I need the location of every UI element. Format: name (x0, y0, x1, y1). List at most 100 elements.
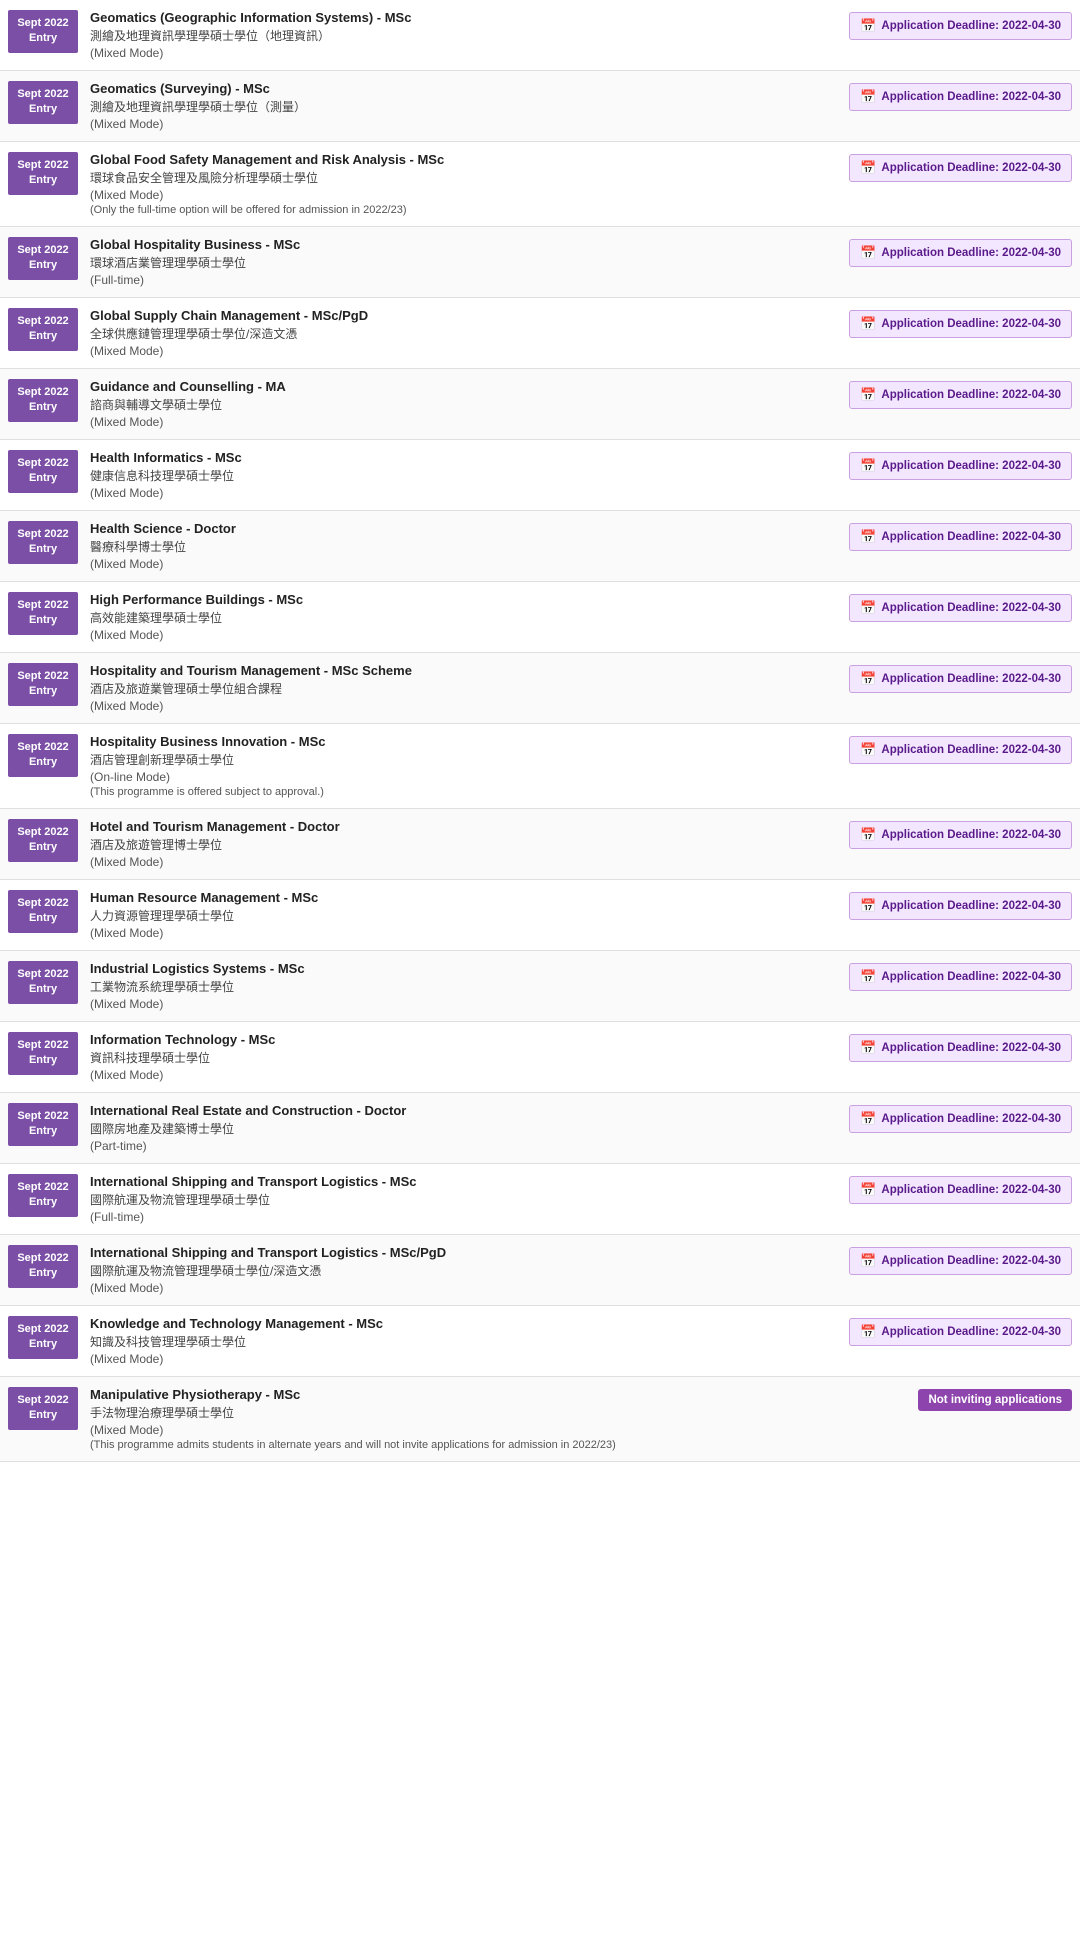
table-row: Sept 2022 Entry Geomatics (Geographic Inf… (0, 0, 1080, 71)
program-info: Global Food Safety Management and Risk A… (90, 152, 839, 216)
program-title-zh: 健康信息科技理學碩士學位 (90, 467, 839, 484)
program-title-zh: 酒店及旅遊業管理碩士學位組合課程 (90, 680, 839, 697)
deadline-badge: 📅 Application Deadline: 2022-04-30 (849, 12, 1072, 40)
program-title-zh: 手法物理治療理學碩士學位 (90, 1404, 908, 1421)
program-info: Global Supply Chain Management - MSc/PgD… (90, 308, 839, 358)
not-inviting-badge: Not inviting applications (918, 1389, 1072, 1411)
deadline-badge: 📅Application Deadline: 2022-04-30 (849, 665, 1072, 693)
program-title-zh: 知識及科技管理理學碩士學位 (90, 1333, 839, 1350)
table-row: Sept 2022 Entry Global Supply Chain Manag… (0, 298, 1080, 369)
deadline-badge: 📅Application Deadline: 2022-04-30 (849, 892, 1072, 920)
program-mode: (Mixed Mode) (90, 926, 839, 940)
program-mode: (Mixed Mode) (90, 486, 839, 500)
deadline-text: Application Deadline: 2022-04-30 (881, 247, 1061, 259)
program-title-zh: 測繪及地理資訊學理學碩士學位（測量） (90, 98, 839, 115)
table-row: Sept 2022 EntryHotel and Tourism Managem… (0, 809, 1080, 880)
program-info: Knowledge and Technology Management - MS… (90, 1316, 839, 1366)
deadline-badge: 📅 Application Deadline: 2022-04-30 (849, 1318, 1072, 1346)
table-row: Sept 2022 Entry Hospitality and Tourism M… (0, 653, 1080, 724)
calendar-icon: 📅 (860, 1040, 876, 1056)
calendar-icon: 📅 (860, 1182, 876, 1198)
calendar-icon: 📅 (860, 529, 876, 545)
program-info: Human Resource Management - MSc 人力資源管理理學碩… (90, 890, 839, 940)
program-info: Industrial Logistics Systems - MSc工業物流系統… (90, 961, 839, 1011)
program-info: International Shipping and Transport Log… (90, 1174, 839, 1224)
program-mode: (Mixed Mode) (90, 415, 839, 429)
program-title-zh: 測繪及地理資訊學理學碩士學位（地理資訊） (90, 27, 839, 44)
table-row: Sept 2022 Entry International Real Estate… (0, 1093, 1080, 1164)
entry-tag: Sept 2022 Entry (8, 81, 78, 124)
table-row: Sept 2022 EntryInformation Technology - … (0, 1022, 1080, 1093)
calendar-icon: 📅 (860, 742, 876, 758)
deadline-text: Application Deadline: 2022-04-30 (881, 1113, 1061, 1125)
calendar-icon: 📅 (860, 458, 876, 474)
program-mode: (On-line Mode) (90, 770, 839, 784)
program-mode: (Mixed Mode) (90, 46, 839, 60)
program-info: Global Hospitality Business - MSc環球酒店業管理… (90, 237, 839, 287)
program-title-en: International Real Estate and Constructi… (90, 1103, 839, 1118)
deadline-text: Application Deadline: 2022-04-30 (881, 389, 1061, 401)
entry-tag: Sept 2022 Entry (8, 1174, 78, 1217)
program-mode: (Full-time) (90, 273, 839, 287)
program-title-en: Health Informatics - MSc (90, 450, 839, 465)
program-mode: (Mixed Mode) (90, 1281, 839, 1295)
program-title-en: Hospitality Business Innovation - MSc (90, 734, 839, 749)
calendar-icon: 📅 (860, 969, 876, 985)
program-info: Hospitality Business Innovation - MSc 酒店管… (90, 734, 839, 798)
entry-tag: Sept 2022 Entry (8, 1032, 78, 1075)
deadline-text: Application Deadline: 2022-04-30 (881, 318, 1061, 330)
program-title-en: Global Hospitality Business - MSc (90, 237, 839, 252)
entry-tag: Sept 2022 Entry (8, 1103, 78, 1146)
program-title-zh: 人力資源管理理學碩士學位 (90, 907, 839, 924)
entry-tag: Sept 2022 Entry (8, 308, 78, 351)
calendar-icon: 📅 (860, 387, 876, 403)
calendar-icon: 📅 (860, 600, 876, 616)
calendar-icon: 📅 (860, 245, 876, 261)
program-list: Sept 2022 Entry Geomatics (Geographic Inf… (0, 0, 1080, 1462)
program-mode: (Mixed Mode) (90, 699, 839, 713)
program-title-zh: 酒店管理創新理學碩士學位 (90, 751, 839, 768)
table-row: Sept 2022 EntryHigh Performance Building… (0, 582, 1080, 653)
program-info: Guidance and Counselling - MA諮商與輔導文學碩士學位… (90, 379, 839, 429)
deadline-text: Application Deadline: 2022-04-30 (881, 20, 1061, 32)
deadline-badge: 📅Application Deadline: 2022-04-30 (849, 1105, 1072, 1133)
table-row: Sept 2022 EntryGeomatics (Surveying) - M… (0, 71, 1080, 142)
program-title-en: Guidance and Counselling - MA (90, 379, 839, 394)
program-title-en: Geomatics (Geographic Information System… (90, 10, 839, 25)
program-title-en: High Performance Buildings - MSc (90, 592, 839, 607)
program-mode: (Mixed Mode) (90, 117, 839, 131)
entry-tag: Sept 2022 Entry (8, 1245, 78, 1288)
program-title-zh: 環球食品安全管理及風險分析理學碩士學位 (90, 169, 839, 186)
deadline-badge: 📅 Application Deadline: 2022-04-30 (849, 381, 1072, 409)
calendar-icon: 📅 (860, 18, 876, 34)
table-row: Sept 2022 EntryGuidance and Counselling … (0, 369, 1080, 440)
deadline-text: Application Deadline: 2022-04-30 (881, 971, 1061, 983)
calendar-icon: 📅 (860, 671, 876, 687)
program-title-en: Hospitality and Tourism Management - MSc… (90, 663, 839, 678)
entry-tag: Sept 2022 Entry (8, 10, 78, 53)
table-row: Sept 2022 EntryIndustrial Logistics Syst… (0, 951, 1080, 1022)
deadline-text: Application Deadline: 2022-04-30 (881, 1326, 1061, 1338)
program-title-en: Manipulative Physiotherapy - MSc (90, 1387, 908, 1402)
calendar-icon: 📅 (860, 1324, 876, 1340)
program-title-zh: 高效能建築理學碩士學位 (90, 609, 839, 626)
program-mode: (Part-time) (90, 1139, 839, 1153)
program-note: (This programme is offered subject to ap… (90, 786, 839, 798)
deadline-badge: 📅 Application Deadline: 2022-04-30 (849, 523, 1072, 551)
program-note: (This programme admits students in alter… (90, 1439, 908, 1451)
calendar-icon: 📅 (860, 898, 876, 914)
deadline-text: Application Deadline: 2022-04-30 (881, 1255, 1061, 1267)
program-title-en: Human Resource Management - MSc (90, 890, 839, 905)
table-row: Sept 2022 Entry International Shipping an… (0, 1164, 1080, 1235)
program-mode: (Mixed Mode) (90, 1423, 908, 1437)
deadline-text: Application Deadline: 2022-04-30 (881, 602, 1061, 614)
table-row: Sept 2022 EntryGlobal Hospitality Busine… (0, 227, 1080, 298)
program-info: Health Informatics - MSc 健康信息科技理學碩士學位 (Mix… (90, 450, 839, 500)
program-title-en: Industrial Logistics Systems - MSc (90, 961, 839, 976)
deadline-text: Application Deadline: 2022-04-30 (881, 531, 1061, 543)
entry-tag: Sept 2022 Entry (8, 521, 78, 564)
program-title-zh: 醫療科學博士學位 (90, 538, 839, 555)
program-info: Hospitality and Tourism Management - MSc… (90, 663, 839, 713)
program-title-en: Health Science - Doctor (90, 521, 839, 536)
entry-tag: Sept 2022 Entry (8, 663, 78, 706)
